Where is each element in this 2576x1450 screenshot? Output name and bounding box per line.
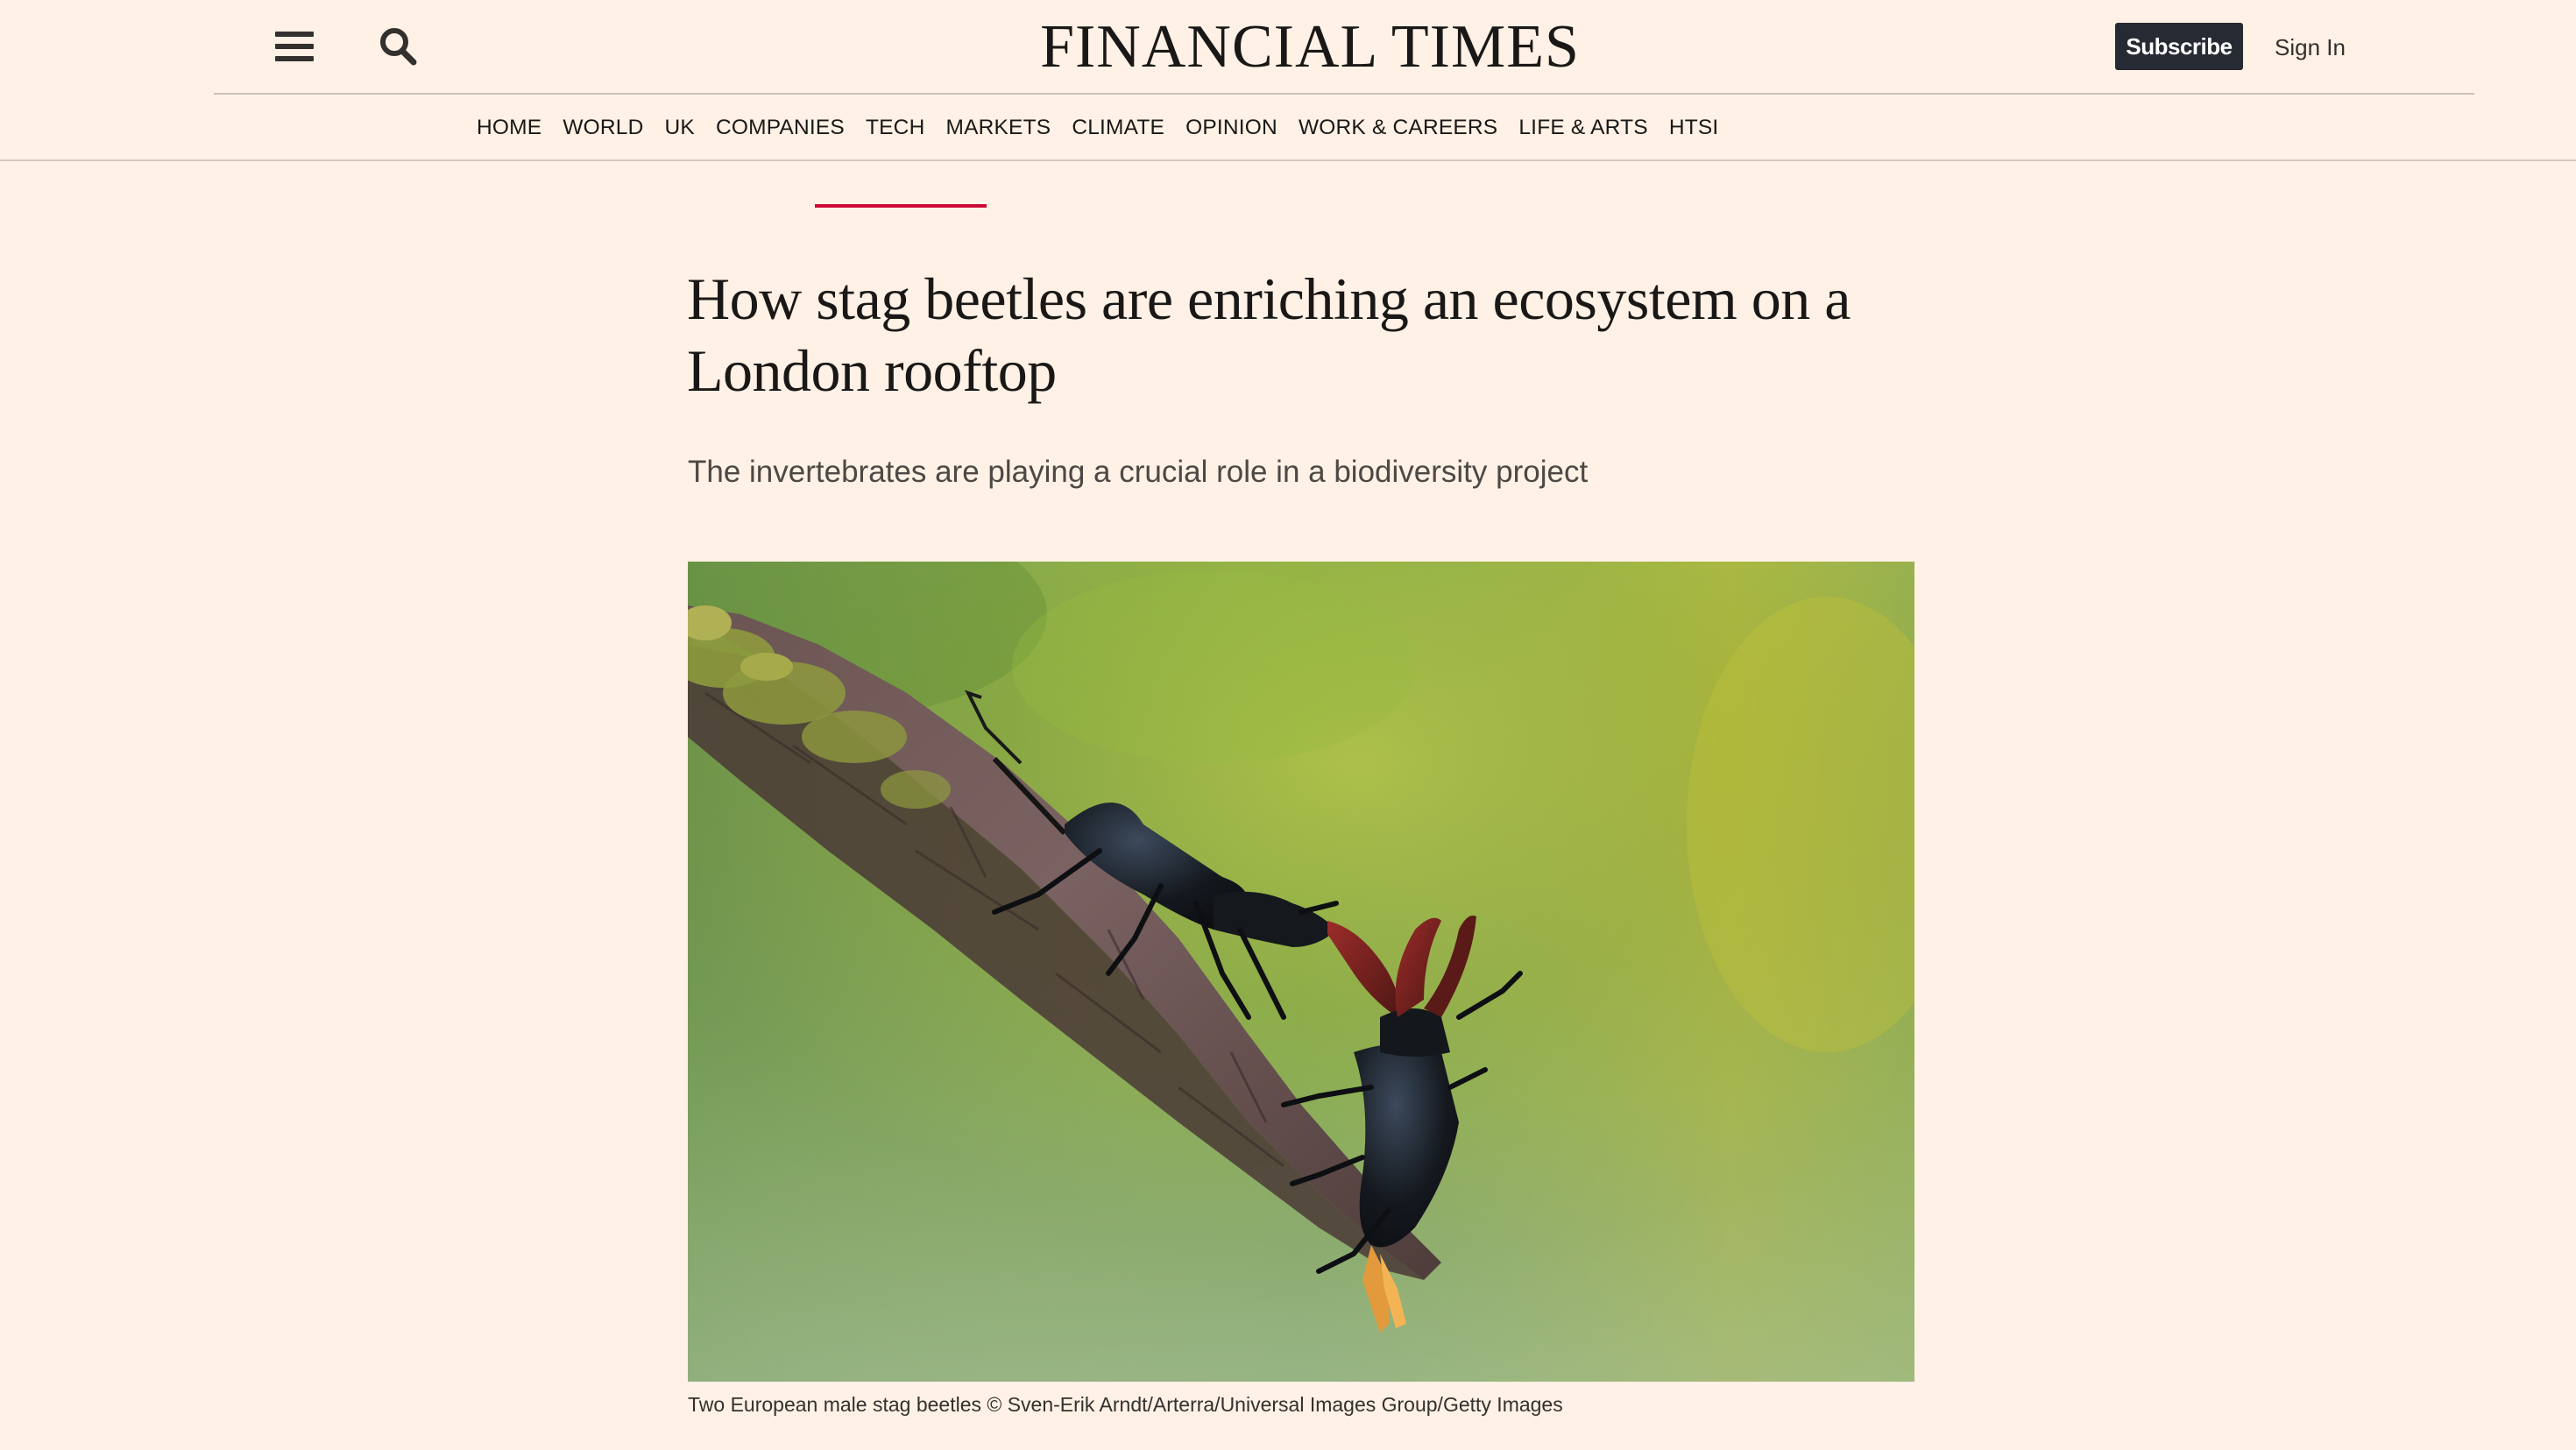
nav-divider: [0, 159, 2576, 161]
menu-button[interactable]: [272, 28, 317, 65]
stag-beetles-photo: [688, 562, 1914, 1382]
nav-item-htsi[interactable]: HTSI: [1669, 112, 1719, 144]
nav-list: HOME WORLD UK COMPANIES TECH MARKETS CLI…: [477, 112, 1739, 144]
section-accent-line: [815, 204, 987, 208]
subscribe-button[interactable]: Subscribe: [2115, 23, 2243, 70]
page: FINANCIAL TIMES Subscribe Sign In HOME W…: [0, 0, 2576, 1450]
search-button[interactable]: [377, 25, 421, 68]
image-caption: Two European male stag beetles © Sven-Er…: [688, 1393, 1563, 1416]
main-navigation: HOME WORLD UK COMPANIES TECH MARKETS CLI…: [0, 95, 2576, 161]
nav-item-work-careers[interactable]: WORK & CAREERS: [1299, 112, 1497, 144]
nav-item-life-arts[interactable]: LIFE & ARTS: [1518, 112, 1647, 144]
article-headline: How stag beetles are enriching an ecosys…: [687, 265, 1851, 404]
site-logo[interactable]: FINANCIAL TIMES: [1016, 12, 1603, 82]
hamburger-menu-icon: [275, 32, 314, 37]
nav-item-opinion[interactable]: OPINION: [1185, 112, 1277, 144]
article-standfirst: The invertebrates are playing a crucial …: [688, 455, 1589, 489]
nav-item-climate[interactable]: CLIMATE: [1072, 112, 1164, 144]
nav-item-tech[interactable]: TECH: [866, 112, 925, 144]
nav-item-home[interactable]: HOME: [477, 112, 541, 144]
nav-item-world[interactable]: WORLD: [563, 112, 643, 144]
nav-item-uk[interactable]: UK: [665, 112, 695, 144]
nav-item-markets[interactable]: MARKETS: [945, 112, 1051, 144]
site-header: FINANCIAL TIMES Subscribe Sign In: [0, 0, 2576, 95]
sign-in-link[interactable]: Sign In: [2275, 32, 2346, 63]
hero-image: [688, 562, 1914, 1382]
nav-item-companies[interactable]: COMPANIES: [716, 112, 845, 144]
search-icon: [380, 28, 417, 66]
